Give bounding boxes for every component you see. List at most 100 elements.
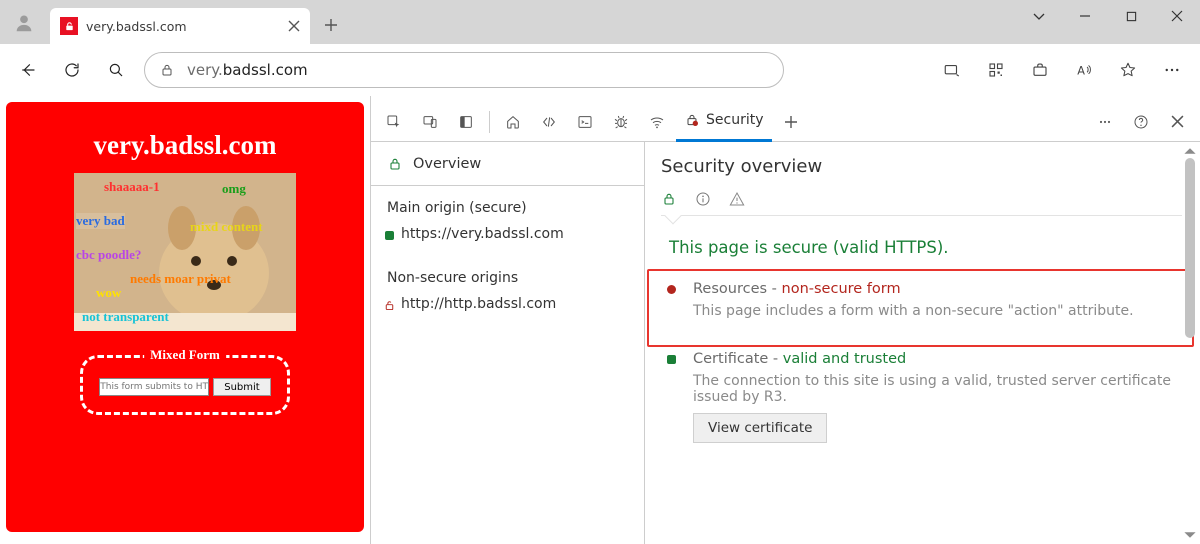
- tab-close-icon[interactable]: [288, 20, 300, 32]
- lock-icon: [387, 156, 403, 172]
- security-overview-pane: Security overview This page is secure (v…: [645, 142, 1200, 544]
- collections-button[interactable]: [1020, 50, 1060, 90]
- bug-icon: [613, 114, 629, 130]
- maximize-icon: [1126, 11, 1137, 22]
- dock-button[interactable]: [449, 105, 483, 139]
- scrollbar-thumb[interactable]: [1185, 158, 1195, 338]
- certificate-description: The connection to this site is using a v…: [693, 373, 1176, 405]
- devtools-help-button[interactable]: [1124, 105, 1158, 139]
- rendered-page: very.badssl.com shaaaaa-1 omg very bad m…: [0, 96, 370, 544]
- maximize-button[interactable]: [1108, 0, 1154, 32]
- meme-text: very bad: [76, 213, 125, 229]
- window-titlebar: very.badssl.com: [0, 0, 1200, 44]
- page-card: very.badssl.com shaaaaa-1 omg very bad m…: [6, 102, 364, 532]
- lock-icon[interactable]: [661, 191, 677, 207]
- console-tab[interactable]: [568, 105, 602, 139]
- close-window-button[interactable]: [1154, 0, 1200, 32]
- doge-image: shaaaaa-1 omg very bad mixd content cbc …: [74, 173, 296, 331]
- overview-label: Overview: [413, 156, 481, 172]
- device-toggle-button[interactable]: [413, 105, 447, 139]
- warning-icon[interactable]: [729, 191, 745, 207]
- content-area: very.badssl.com shaaaaa-1 omg very bad m…: [0, 96, 1200, 544]
- devices-icon: [422, 114, 438, 130]
- resources-item: Resources - non-secure form This page in…: [661, 275, 1182, 331]
- certificate-heading: Certificate - valid and trusted: [693, 351, 1176, 367]
- screenshot-button[interactable]: [932, 50, 972, 90]
- code-icon: [541, 114, 557, 130]
- scrollbar[interactable]: [1182, 144, 1198, 542]
- qr-button[interactable]: [976, 50, 1016, 90]
- meme-text: mixd content: [190, 219, 263, 235]
- lock-icon: [159, 62, 175, 78]
- browser-tab[interactable]: very.badssl.com: [50, 8, 310, 44]
- page-title: very.badssl.com: [6, 130, 364, 161]
- refresh-button[interactable]: [52, 50, 92, 90]
- tab-actions-button[interactable]: [1016, 0, 1062, 32]
- meme-text: cbc poodle?: [76, 247, 141, 263]
- close-icon: [1171, 115, 1184, 128]
- status-dot-good-icon: [667, 355, 676, 364]
- address-bar[interactable]: very.badssl.com: [144, 52, 784, 88]
- plus-icon: [784, 115, 798, 129]
- profile-button[interactable]: [6, 8, 42, 38]
- wifi-icon: [649, 114, 665, 130]
- network-tab[interactable]: [640, 105, 674, 139]
- minimize-icon: [1079, 10, 1091, 22]
- scroll-down-icon[interactable]: [1183, 528, 1197, 542]
- certificate-item: Certificate - valid and trusted The conn…: [661, 345, 1182, 455]
- screenshot-icon: [943, 61, 961, 79]
- meme-text: wow: [96, 285, 121, 301]
- window-controls: [1016, 0, 1200, 44]
- more-tabs-button[interactable]: [774, 105, 808, 139]
- view-certificate-button[interactable]: View certificate: [693, 413, 827, 443]
- inspect-icon: [386, 114, 402, 130]
- url-text: very.badssl.com: [187, 61, 308, 79]
- more-icon: [1163, 61, 1181, 79]
- chevron-down-icon: [1032, 9, 1046, 23]
- resources-heading: Resources - non-secure form: [693, 281, 1176, 297]
- overview-row[interactable]: Overview: [371, 142, 644, 186]
- star-icon: [1119, 61, 1137, 79]
- nonsecure-origin-url: http://http.badssl.com: [401, 296, 556, 312]
- search-button[interactable]: [96, 50, 136, 90]
- mixed-form: Mixed Form Submit: [80, 355, 290, 415]
- security-tab-label: Security: [706, 112, 764, 128]
- qr-icon: [987, 61, 1005, 79]
- favorites-button[interactable]: [1108, 50, 1148, 90]
- devtools-body: Overview Main origin (secure) https://ve…: [371, 142, 1200, 544]
- sources-tab[interactable]: [604, 105, 638, 139]
- scroll-up-icon[interactable]: [1183, 144, 1197, 158]
- security-summary-icons: [661, 189, 1182, 216]
- settings-menu-button[interactable]: [1152, 50, 1192, 90]
- nonsecure-origin-item[interactable]: http://http.badssl.com: [371, 290, 644, 318]
- more-icon: [1097, 114, 1113, 130]
- read-aloud-icon: A: [1075, 61, 1093, 79]
- meme-text: shaaaaa-1: [104, 179, 160, 195]
- close-icon: [1171, 10, 1183, 22]
- security-tab[interactable]: Security: [676, 102, 772, 142]
- info-icon[interactable]: [695, 191, 711, 207]
- devtools-panel: Security Overview Main origin (secure) h…: [370, 96, 1200, 544]
- main-origin-item[interactable]: https://very.badssl.com: [371, 220, 644, 248]
- devtools-more-button[interactable]: [1088, 105, 1122, 139]
- inspect-button[interactable]: [377, 105, 411, 139]
- plus-icon: [324, 18, 338, 32]
- main-origin-header: Main origin (secure): [371, 186, 644, 220]
- dock-icon: [458, 114, 474, 130]
- elements-tab[interactable]: [532, 105, 566, 139]
- mixed-form-submit-button[interactable]: Submit: [213, 378, 270, 396]
- back-button[interactable]: [8, 50, 48, 90]
- svg-text:A: A: [1077, 64, 1085, 77]
- arrow-left-icon: [19, 61, 37, 79]
- new-tab-button[interactable]: [314, 8, 348, 42]
- minimize-button[interactable]: [1062, 0, 1108, 32]
- security-sidebar: Overview Main origin (secure) https://ve…: [371, 142, 645, 544]
- welcome-tab[interactable]: [496, 105, 530, 139]
- help-icon: [1133, 114, 1149, 130]
- refresh-icon: [63, 61, 81, 79]
- mixed-form-input[interactable]: [99, 378, 209, 396]
- tab-title: very.badssl.com: [86, 19, 280, 34]
- read-aloud-button[interactable]: A: [1064, 50, 1104, 90]
- mixed-form-legend: Mixed Form: [144, 347, 226, 363]
- devtools-close-button[interactable]: [1160, 105, 1194, 139]
